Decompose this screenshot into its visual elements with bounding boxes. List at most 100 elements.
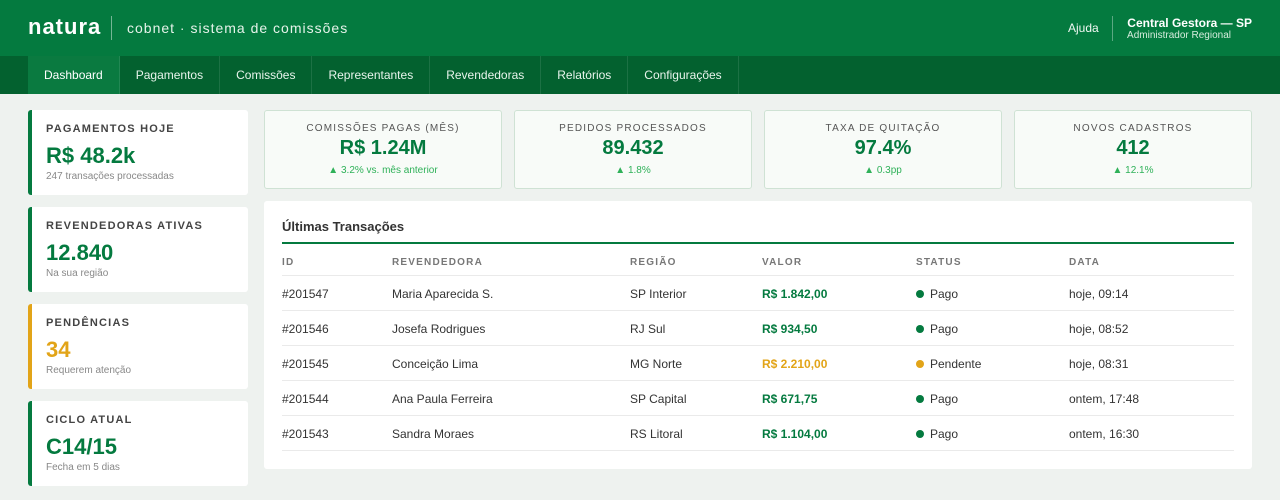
kpi-label: COMISSÕES PAGAS (MÊS): [306, 123, 460, 134]
status-dot-icon: [916, 325, 924, 333]
cell-valor: R$ 934,50: [762, 322, 818, 336]
cell-status: Pago: [916, 427, 958, 441]
cell-status: Pago: [916, 392, 958, 406]
cell-revendedora: Josefa Rodrigues: [392, 322, 486, 336]
table-row[interactable]: #201544 Ana Paula Ferreira SP Capital R$…: [282, 381, 1234, 416]
status-text: Pago: [930, 427, 959, 441]
stat-label: PAGAMENTOS HOJE: [46, 123, 175, 135]
cell-status: Pago: [916, 322, 958, 336]
cell-id: #201544: [282, 392, 329, 406]
kpi-label: PEDIDOS PROCESSADOS: [559, 123, 707, 134]
nav-pagamentos[interactable]: Pagamentos: [120, 56, 221, 94]
cell-valor: R$ 1.104,00: [762, 427, 828, 441]
column-header-status[interactable]: STATUS: [916, 257, 962, 268]
stat-label: REVENDEDORAS ATIVAS: [46, 220, 204, 232]
column-header-id[interactable]: ID: [282, 257, 294, 268]
stat-card-revendedoras-ativas[interactable]: REVENDEDORAS ATIVAS 12.840 Na sua região: [28, 207, 248, 292]
cell-id: #201547: [282, 287, 329, 301]
nav-comissoes[interactable]: Comissões: [220, 56, 313, 94]
kpi-delta: ▲ 1.8%: [615, 165, 651, 176]
nav-list: Dashboard Pagamentos Comissões Represent…: [28, 56, 739, 94]
cell-regiao: RS Litoral: [630, 427, 683, 441]
nav-relatorios[interactable]: Relatórios: [541, 56, 629, 94]
table-row[interactable]: #201543 Sandra Moraes RS Litoral R$ 1.10…: [282, 416, 1234, 451]
kpi-label: TAXA DE QUITAÇÃO: [825, 123, 941, 134]
stat-description: Na sua região: [46, 268, 109, 279]
stat-label: PENDÊNCIAS: [46, 317, 131, 329]
kpi-delta: ▲ 0.3pp: [864, 165, 902, 176]
cell-valor: R$ 1.842,00: [762, 287, 828, 301]
brand-logo[interactable]: natura: [28, 14, 101, 40]
stat-card-ciclo-atual[interactable]: CICLO ATUAL C14/15 Fecha em 5 dias: [28, 401, 248, 486]
cell-valor: R$ 2.210,00: [762, 357, 828, 371]
stat-description: Requerem atenção: [46, 365, 132, 376]
cell-regiao: SP Capital: [630, 392, 687, 406]
stat-description: Fecha em 5 dias: [46, 462, 120, 473]
panel-title: Últimas Transações: [282, 219, 405, 234]
kpi-delta: ▲ 3.2% vs. mês anterior: [328, 165, 438, 176]
kpi-card-novos-cadastros[interactable]: NOVOS CADASTROS 412 ▲ 12.1%: [1014, 110, 1252, 189]
kpi-value: 412: [1116, 137, 1150, 159]
main-nav: Dashboard Pagamentos Comissões Represent…: [0, 56, 1280, 94]
status-dot-icon: [916, 395, 924, 403]
nav-configuracoes[interactable]: Configurações: [628, 56, 739, 94]
status-text: Pendente: [930, 357, 982, 371]
table-row[interactable]: #201547 Maria Aparecida S. SP Interior R…: [282, 276, 1234, 311]
kpi-card-pedidos[interactable]: PEDIDOS PROCESSADOS 89.432 ▲ 1.8%: [514, 110, 752, 189]
cell-regiao: MG Norte: [630, 357, 683, 371]
cell-id: #201543: [282, 427, 329, 441]
table-header: ID REVENDEDORA REGIÃO VALOR STATUS DATA: [282, 244, 1234, 276]
stat-value: 12.840: [46, 240, 114, 265]
stat-label: CICLO ATUAL: [46, 414, 133, 426]
nav-dashboard[interactable]: Dashboard: [28, 56, 120, 94]
stat-value: 34: [46, 337, 71, 362]
cell-revendedora: Sandra Moraes: [392, 427, 475, 441]
top-header: natura cobnet · sistema de comissões Aju…: [0, 0, 1280, 56]
kpi-value: 97.4%: [854, 137, 912, 159]
column-header-regiao[interactable]: REGIÃO: [630, 257, 677, 268]
cell-regiao: SP Interior: [630, 287, 687, 301]
status-text: Pago: [930, 392, 959, 406]
kpi-delta: ▲ 12.1%: [1112, 165, 1154, 176]
help-link[interactable]: Ajuda: [1068, 21, 1099, 35]
kpi-value: 89.432: [602, 137, 664, 159]
stat-value: R$ 48.2k: [46, 143, 136, 168]
column-header-valor[interactable]: VALOR: [762, 257, 802, 268]
status-dot-icon: [916, 290, 924, 298]
stat-description: 247 transações processadas: [46, 171, 174, 182]
cell-id: #201545: [282, 357, 329, 371]
status-text: Pago: [930, 322, 959, 336]
transactions-panel: Últimas Transações ID REVENDEDORA REGIÃO…: [264, 201, 1252, 469]
user-name[interactable]: Central Gestora — SP: [1127, 16, 1252, 30]
cell-data: hoje, 08:31: [1069, 357, 1129, 371]
kpi-card-taxa-quitacao[interactable]: TAXA DE QUITAÇÃO 97.4% ▲ 0.3pp: [764, 110, 1002, 189]
transactions-table: ID REVENDEDORA REGIÃO VALOR STATUS DATA …: [282, 244, 1234, 451]
column-header-data[interactable]: DATA: [1069, 257, 1100, 268]
cell-regiao: RJ Sul: [630, 322, 666, 336]
app-subtitle: cobnet · sistema de comissões: [127, 20, 349, 36]
user-role: Administrador Regional: [1127, 30, 1231, 41]
nav-representantes[interactable]: Representantes: [312, 56, 431, 94]
cell-data: hoje, 08:52: [1069, 322, 1129, 336]
kpi-card-comissoes[interactable]: COMISSÕES PAGAS (MÊS) R$ 1.24M ▲ 3.2% vs…: [264, 110, 502, 189]
table-row[interactable]: #201545 Conceição Lima MG Norte R$ 2.210…: [282, 346, 1234, 381]
cell-data: ontem, 16:30: [1069, 427, 1140, 441]
kpi-value: R$ 1.24M: [339, 137, 427, 159]
stat-card-pendencias[interactable]: PENDÊNCIAS 34 Requerem atenção: [28, 304, 248, 389]
column-header-revendedora[interactable]: REVENDEDORA: [392, 257, 483, 268]
brand-divider: [111, 16, 112, 40]
status-text: Pago: [930, 287, 959, 301]
cell-status: Pago: [916, 287, 958, 301]
nav-revendedoras[interactable]: Revendedoras: [430, 56, 542, 94]
cell-revendedora: Ana Paula Ferreira: [392, 392, 493, 406]
cell-status: Pendente: [916, 357, 981, 371]
cell-data: ontem, 17:48: [1069, 392, 1140, 406]
stat-card-pagamentos-hoje[interactable]: PAGAMENTOS HOJE R$ 48.2k 247 transações …: [28, 110, 248, 195]
kpi-label: NOVOS CADASTROS: [1073, 123, 1193, 134]
cell-valor: R$ 671,75: [762, 392, 818, 406]
cell-id: #201546: [282, 322, 329, 336]
status-dot-icon: [916, 430, 924, 438]
status-dot-icon: [916, 360, 924, 368]
table-row[interactable]: #201546 Josefa Rodrigues RJ Sul R$ 934,5…: [282, 311, 1234, 346]
stat-value: C14/15: [46, 434, 117, 459]
